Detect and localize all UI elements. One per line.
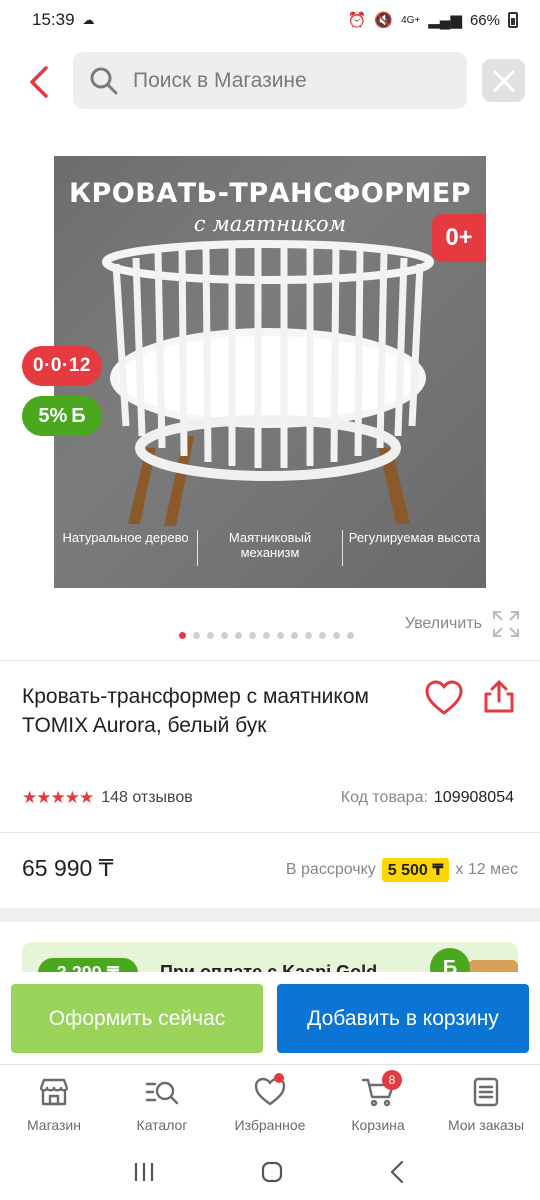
catalog-icon (145, 1081, 179, 1105)
feature-item: Маятниковый механизм (228, 530, 312, 560)
bonus-badge: 5% Б (22, 396, 102, 436)
divider (0, 832, 540, 833)
installment-info[interactable]: В рассрочку 5 500 ₸ x 12 мес (286, 858, 518, 882)
nav-label: Каталог (136, 1117, 188, 1133)
favorites-indicator (274, 1073, 284, 1083)
kaspi-card-icon (468, 960, 518, 972)
search-icon (90, 67, 118, 94)
section-separator (0, 908, 540, 922)
gallery-dot[interactable] (277, 632, 284, 639)
bonus-percent: 5% (38, 404, 68, 427)
gallery-dot[interactable] (221, 632, 228, 639)
nav-label: Избранное (234, 1117, 306, 1133)
installment-label: В рассрочку (285, 861, 376, 878)
status-bar: 15:39 ☁ ⏰ 🔇 4G+ ▂▄▆ 66% (0, 0, 540, 40)
gallery-dot[interactable] (193, 632, 200, 639)
recent-apps-icon[interactable] (132, 1161, 156, 1183)
installment-amount: 5 500 ₸ (381, 858, 450, 882)
nav-item-favorites[interactable]: Избранное (216, 1065, 324, 1144)
installment-badge: 0·0·12 (22, 346, 102, 386)
expand-icon (493, 611, 519, 637)
nav-item-catalog[interactable]: Каталог (108, 1065, 216, 1144)
bottom-nav: Магазин Каталог Избранное 8 Корзина Мои … (0, 1064, 540, 1144)
gallery-dot[interactable] (333, 632, 340, 639)
home-icon[interactable] (260, 1160, 284, 1184)
favorite-button[interactable] (424, 680, 466, 716)
gallery-dot[interactable] (347, 632, 354, 639)
promo-text: При оплате с Kaspi Gold (160, 962, 378, 972)
share-icon (484, 680, 514, 713)
installment-term: x 12 мес (455, 861, 518, 878)
gallery-dot[interactable] (207, 632, 214, 639)
close-button[interactable] (482, 59, 525, 102)
gallery-pager (179, 632, 354, 639)
bonus-symbol: Б (71, 404, 86, 427)
gallery-dot[interactable] (179, 632, 186, 639)
network-label: 4G+ (401, 14, 421, 26)
system-nav (0, 1144, 540, 1200)
rating-stars: ★★★★★ (22, 788, 94, 807)
back-arrow-icon (30, 66, 48, 98)
gallery-dot[interactable] (319, 632, 326, 639)
nav-item-cart[interactable]: 8 Корзина (324, 1065, 432, 1144)
nav-item-orders[interactable]: Мои заказы (432, 1065, 540, 1144)
feature-item: Регулируемая высота (348, 530, 481, 545)
divider (0, 660, 540, 661)
zoom-button[interactable]: Увеличить (405, 610, 520, 638)
search-input[interactable]: Поиск в Магазине (73, 52, 467, 109)
search-header: Поиск в Магазине (0, 52, 540, 110)
nav-label: Магазин (26, 1117, 81, 1133)
product-price: 65 990 ₸ (22, 855, 114, 881)
heart-icon (425, 680, 463, 715)
nav-label: Мои заказы (447, 1117, 525, 1133)
review-count: 148 отзывов (101, 789, 193, 806)
cloud-icon: ☁ (82, 13, 95, 27)
gallery-dot[interactable] (235, 632, 242, 639)
product-sku: Код товара: 109908054 (341, 789, 514, 807)
search-placeholder: Поиск в Магазине (133, 68, 307, 92)
cart-count-badge: 8 (382, 1070, 402, 1090)
back-button[interactable] (24, 62, 58, 102)
orders-icon (473, 1077, 499, 1107)
add-to-cart-button[interactable]: Добавить в корзину (277, 984, 529, 1053)
sku-value: 109908054 (433, 789, 514, 806)
zoom-label: Увеличить (404, 615, 482, 632)
product-title: Кровать-трансформер с маятником TOMIX Au… (22, 685, 369, 737)
back-nav-icon[interactable] (388, 1160, 408, 1184)
alarm-icon: ⏰ (347, 12, 367, 29)
gallery-dot[interactable] (291, 632, 298, 639)
share-button[interactable] (482, 680, 518, 716)
nav-item-store[interactable]: Магазин (0, 1065, 108, 1144)
product-image[interactable]: КРОВАТЬ-ТРАНСФОРМЕР с маятником 0+ Натур… (54, 156, 486, 588)
rating-row[interactable]: ★★★★★ 148 отзывов (22, 788, 193, 808)
battery-label: 66% (469, 11, 500, 29)
gallery-dot[interactable] (263, 632, 270, 639)
battery-icon (508, 12, 518, 28)
mute-icon: 🔇 (374, 12, 394, 29)
store-icon (39, 1078, 69, 1106)
crib-illustration (102, 240, 434, 526)
buy-now-button[interactable]: Оформить сейчас (11, 984, 263, 1053)
feature-list: Натуральное дерево Маятниковый механизм … (54, 530, 486, 566)
nav-label: Корзина (351, 1117, 405, 1133)
signal-icon: ▂▄▆ (428, 12, 462, 29)
gallery-dot[interactable] (305, 632, 312, 639)
gallery-dot[interactable] (249, 632, 256, 639)
sku-label: Код товара: (340, 789, 428, 806)
feature-item: Натуральное дерево (62, 530, 189, 545)
close-icon (493, 70, 514, 91)
promo-amount: 3 299 ₸ (38, 958, 138, 972)
promo-banner[interactable]: 3 299 ₸ При оплате с Kaspi Gold Б (22, 942, 518, 972)
bonus-coin-icon: Б (430, 948, 470, 972)
status-time: 15:39 (32, 10, 75, 29)
